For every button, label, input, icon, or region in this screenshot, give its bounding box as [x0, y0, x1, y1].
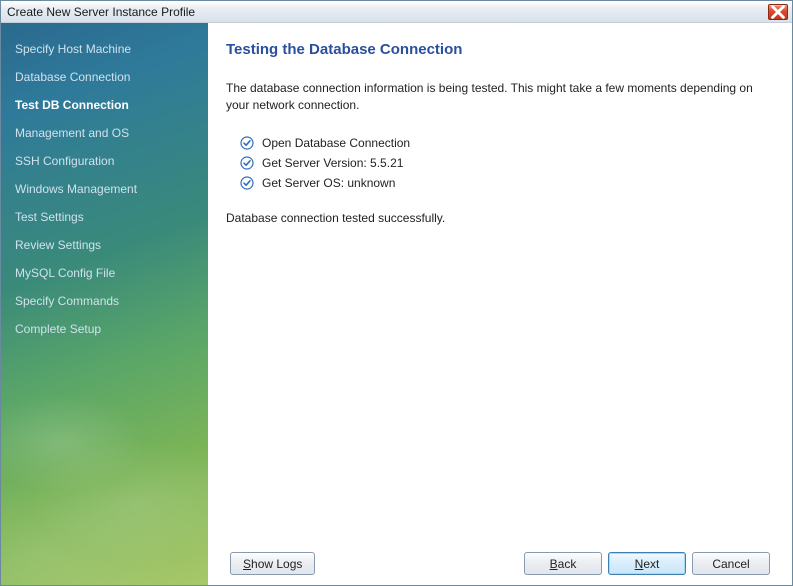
test-checks-list: Open Database Connection Get Server Vers… [240, 133, 778, 193]
spacer [222, 225, 778, 544]
step-specify-commands: Specify Commands [1, 287, 208, 315]
check-row: Get Server Version: 5.5.21 [240, 153, 778, 173]
wizard-steps-sidebar: Specify Host Machine Database Connection… [1, 23, 208, 585]
check-success-icon [240, 156, 254, 170]
test-result-text: Database connection tested successfully. [226, 211, 778, 225]
page-description: The database connection information is b… [226, 80, 774, 115]
check-success-icon [240, 176, 254, 190]
check-label: Get Server OS: unknown [262, 176, 395, 190]
step-test-settings: Test Settings [1, 203, 208, 231]
main-panel: Testing the Database Connection The data… [208, 23, 792, 585]
step-database-connection: Database Connection [1, 63, 208, 91]
dialog-window: Create New Server Instance Profile Speci… [0, 0, 793, 586]
cancel-button[interactable]: Cancel [692, 552, 770, 575]
window-title: Create New Server Instance Profile [7, 5, 768, 19]
titlebar: Create New Server Instance Profile [1, 1, 792, 23]
step-complete-setup: Complete Setup [1, 315, 208, 343]
step-ssh-configuration: SSH Configuration [1, 147, 208, 175]
close-icon[interactable] [768, 4, 788, 20]
dialog-body: Specify Host Machine Database Connection… [1, 23, 792, 585]
step-specify-host-machine: Specify Host Machine [1, 35, 208, 63]
step-test-db-connection: Test DB Connection [1, 91, 208, 119]
check-success-icon [240, 136, 254, 150]
check-row: Get Server OS: unknown [240, 173, 778, 193]
check-row: Open Database Connection [240, 133, 778, 153]
step-mysql-config-file: MySQL Config File [1, 259, 208, 287]
step-review-settings: Review Settings [1, 231, 208, 259]
step-windows-management: Windows Management [1, 175, 208, 203]
dialog-footer: Show Logs Back Next Cancel [222, 544, 778, 585]
check-label: Get Server Version: 5.5.21 [262, 156, 403, 170]
back-button[interactable]: Back [524, 552, 602, 575]
step-management-and-os: Management and OS [1, 119, 208, 147]
check-label: Open Database Connection [262, 136, 410, 150]
page-heading: Testing the Database Connection [226, 41, 778, 58]
show-logs-button[interactable]: Show Logs [230, 552, 315, 575]
next-button[interactable]: Next [608, 552, 686, 575]
